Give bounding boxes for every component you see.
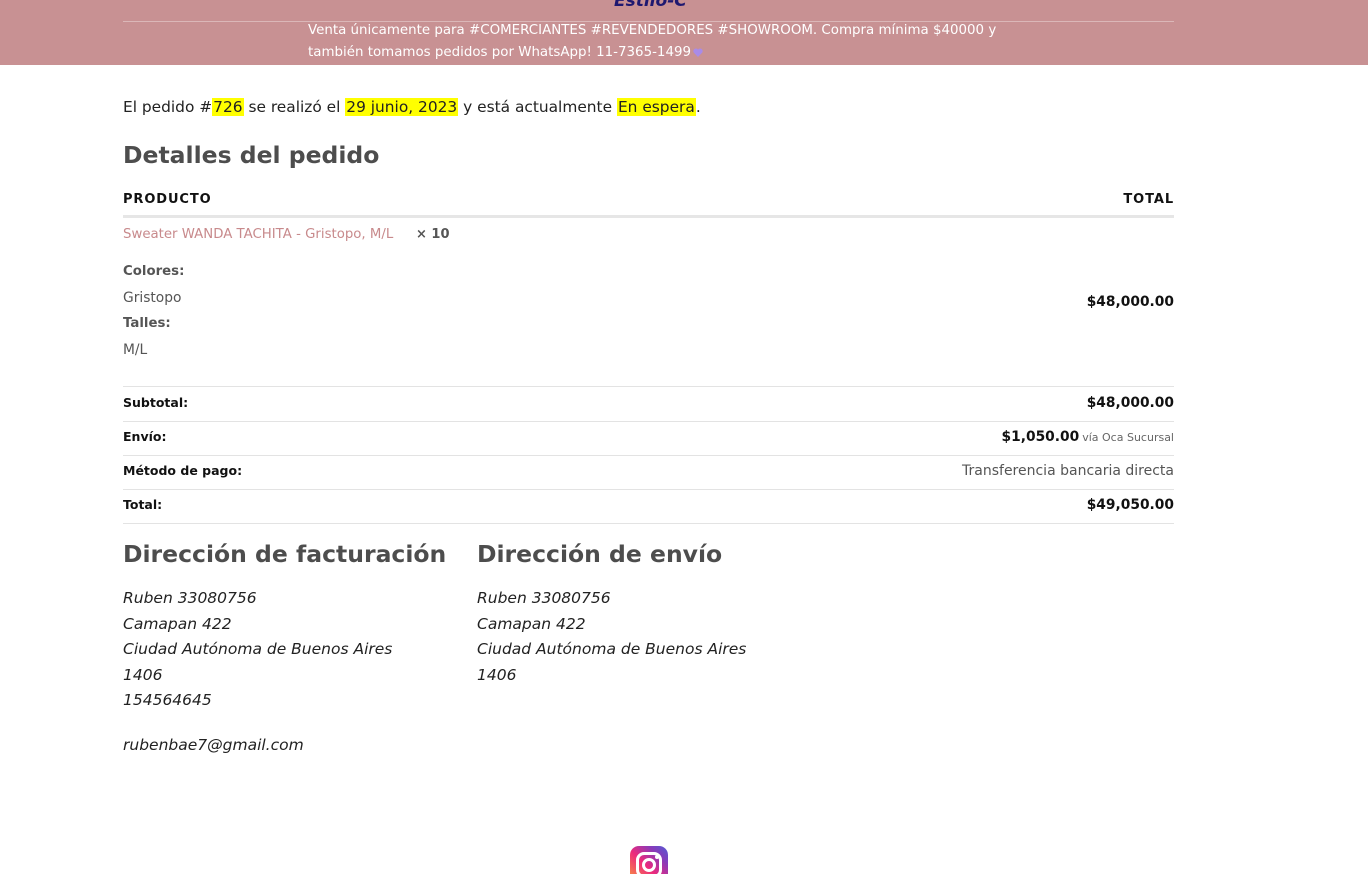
row-divider <box>123 489 1174 490</box>
billing-city: Ciudad Autónoma de Buenos Aires <box>123 640 393 659</box>
billing-phone: 154564645 <box>123 691 212 710</box>
notice-middle: se realizó el <box>243 98 346 116</box>
total-value: $49,050.00 <box>1086 497 1174 513</box>
purple-heart-icon <box>693 48 703 57</box>
row-divider <box>123 523 1174 524</box>
billing-address: Ruben 33080756 Camapan 422 Ciudad Autóno… <box>123 586 392 714</box>
meta-value-talles: M/L <box>123 342 148 358</box>
shipping-label: Envío: <box>123 429 167 444</box>
shipping-postcode: 1406 <box>477 665 517 684</box>
announcement-message: Venta únicamente para #COMERCIANTES #REV… <box>308 23 997 60</box>
payment-method-label: Método de pago: <box>123 463 243 478</box>
notice-middle-2: y está actualmente <box>458 98 617 116</box>
row-divider <box>123 386 1174 387</box>
announcement-text: Venta únicamente para #COMERCIANTES #REV… <box>308 20 1008 64</box>
order-notice: El pedido #726 se realizó el 29 junio, 2… <box>123 96 701 118</box>
meta-value-colores: Gristopo <box>123 290 182 306</box>
order-status: En espera <box>616 98 696 116</box>
product-quantity: × 10 <box>416 227 450 242</box>
instagram-lens <box>642 858 656 872</box>
shipping-value-row: $1,050.00 vía Oca Sucursal <box>1002 429 1174 445</box>
shipping-address: Ruben 33080756 Camapan 422 Ciudad Autóno… <box>477 586 746 688</box>
shipping-address-heading: Dirección de envío <box>477 540 723 568</box>
instagram-dot <box>655 855 659 859</box>
billing-postcode: 1406 <box>123 665 163 684</box>
shipping-city: Ciudad Autónoma de Buenos Aires <box>477 640 747 659</box>
notice-prefix: El pedido # <box>123 98 213 116</box>
shipping-cost: $1,050.00 <box>1001 429 1080 445</box>
notice-suffix: . <box>695 98 701 116</box>
shipping-method: vía Oca Sucursal <box>1082 431 1174 444</box>
billing-address-heading: Dirección de facturación <box>123 540 447 568</box>
order-details-heading: Detalles del pedido <box>123 141 380 169</box>
product-link[interactable]: Sweater WANDA TACHITA - Gristopo, M/L <box>123 227 393 242</box>
payment-method-value: Transferencia bancaria directa <box>962 463 1174 479</box>
order-number: 726 <box>212 98 244 116</box>
billing-email: rubenbae7@gmail.com <box>123 736 304 754</box>
shipping-name: Ruben 33080756 <box>477 589 611 607</box>
billing-name: Ruben 33080756 <box>123 589 257 607</box>
column-header-total: TOTAL <box>1123 192 1174 207</box>
shipping-street: Camapan 422 <box>477 614 586 633</box>
site-logo[interactable]: Estilo-C <box>614 0 687 11</box>
product-line-total: $48,000.00 <box>1086 294 1174 310</box>
meta-label-talles: Talles: <box>123 316 171 331</box>
table-header-divider <box>123 215 1174 218</box>
subtotal-label: Subtotal: <box>123 395 189 410</box>
column-header-product: PRODUCTO <box>123 192 212 207</box>
order-date: 29 junio, 2023 <box>345 98 459 116</box>
billing-street: Camapan 422 <box>123 614 232 633</box>
announcement-bar: Estilo-C Venta únicamente para #COMERCIA… <box>0 0 1368 65</box>
subtotal-value: $48,000.00 <box>1086 395 1174 411</box>
row-divider <box>123 421 1174 422</box>
meta-label-colores: Colores: <box>123 264 185 279</box>
row-divider <box>123 455 1174 456</box>
instagram-icon[interactable] <box>630 846 668 874</box>
total-label: Total: <box>123 497 163 512</box>
